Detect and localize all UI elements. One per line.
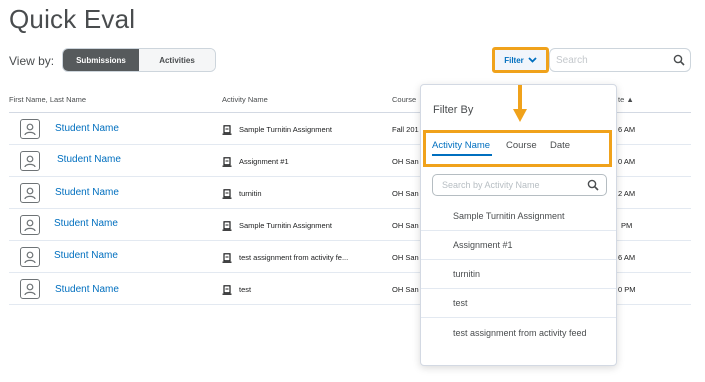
user-icon (20, 247, 40, 267)
submission-date: 0 AM (618, 157, 636, 166)
view-toggle: Submissions Activities (62, 48, 216, 72)
submission-date: PM (621, 221, 633, 230)
submission-date: 6 AM (618, 253, 636, 262)
assignment-icon (222, 157, 232, 167)
tab-activity-name[interactable]: Activity Name (432, 140, 490, 151)
student-name-link[interactable]: Student Name (54, 250, 118, 261)
view-by-label: View by: (9, 54, 55, 68)
sort-ascending-icon: ▲ (626, 95, 634, 104)
submission-date: 2 AM (618, 189, 636, 198)
column-header-name[interactable]: First Name, Last Name (9, 95, 86, 104)
user-icon (20, 151, 40, 171)
course-name: Fall 201 (392, 125, 419, 134)
activity-name[interactable]: Assignment #1 (239, 157, 289, 166)
course-name: OH San (392, 253, 419, 262)
submissions-toggle[interactable]: Submissions (63, 49, 139, 71)
search-icon[interactable] (673, 54, 685, 66)
active-tab-indicator (432, 154, 492, 156)
activity-name[interactable]: turnitin (239, 189, 262, 198)
filter-option[interactable]: test (421, 289, 616, 318)
activity-name[interactable]: test (239, 285, 251, 294)
activity-name[interactable]: Sample Turnitin Assignment (239, 221, 332, 230)
filter-popover-title: Filter By (433, 104, 474, 116)
page-title: Quick Eval (9, 4, 136, 34)
course-name: OH San (392, 157, 419, 166)
activity-search-field (432, 174, 607, 196)
activities-toggle[interactable]: Activities (139, 49, 215, 71)
column-header-date[interactable]: te ▲ (618, 95, 634, 104)
activity-name[interactable]: Sample Turnitin Assignment (239, 125, 332, 134)
student-name-link[interactable]: Student Name (55, 187, 119, 198)
column-header-activity[interactable]: Activity Name (222, 95, 268, 104)
filter-popover: Filter By Activity Name Course Date Samp… (420, 84, 617, 366)
student-name-link[interactable]: Student Name (57, 154, 121, 165)
filter-button[interactable]: Filter (492, 47, 549, 73)
tab-date[interactable]: Date (550, 140, 570, 151)
tab-course[interactable]: Course (506, 140, 537, 151)
column-header-course[interactable]: Course (392, 95, 416, 104)
chevron-down-icon (528, 57, 537, 63)
course-name: OH San (392, 221, 419, 230)
user-icon (20, 215, 40, 235)
assignment-icon (222, 285, 232, 295)
student-name-link[interactable]: Student Name (54, 218, 118, 229)
user-icon (20, 279, 40, 299)
filter-button-label: Filter (504, 55, 524, 65)
assignment-icon (222, 221, 232, 231)
submission-date: 0 PM (618, 285, 636, 294)
activity-name[interactable]: test assignment from activity fe... (239, 253, 348, 262)
filter-option[interactable]: turnitin (421, 260, 616, 289)
arrow-down-icon (513, 85, 527, 122)
filter-option[interactable]: test assignment from activity feed (421, 318, 616, 347)
course-name: OH San (392, 189, 419, 198)
search-icon[interactable] (587, 179, 599, 191)
search-input[interactable] (550, 49, 666, 71)
user-icon (20, 183, 40, 203)
course-name: OH San (392, 285, 419, 294)
user-icon (20, 119, 40, 139)
filter-option[interactable]: Assignment #1 (421, 231, 616, 260)
filter-option[interactable]: Sample Turnitin Assignment (421, 202, 616, 231)
submission-date: 6 AM (618, 125, 636, 134)
search-field (549, 48, 691, 72)
filter-tabs: Activity Name Course Date (423, 130, 612, 167)
assignment-icon (222, 253, 232, 263)
student-name-link[interactable]: Student Name (55, 123, 119, 134)
assignment-icon (222, 189, 232, 199)
activity-search-input[interactable] (433, 175, 578, 195)
assignment-icon (222, 125, 232, 135)
column-header-date-label: te (618, 95, 625, 104)
student-name-link[interactable]: Student Name (55, 284, 119, 295)
